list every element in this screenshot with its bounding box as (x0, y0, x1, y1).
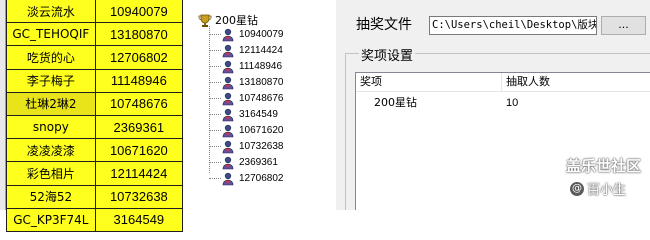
list-header: 奖项 抽取人数 (356, 73, 650, 92)
cell-id[interactable]: 10748676 (94, 91, 184, 116)
cell-id[interactable]: 12706802 (94, 45, 184, 70)
header-prize[interactable]: 奖项 (356, 73, 502, 92)
spreadsheet: 淡云流水 10940079 GC_TEHOQIF 13180870 吃货的心 1270… (0, 0, 184, 232)
person-icon (221, 43, 235, 58)
tree-branch (209, 65, 221, 67)
tree-item[interactable]: 12114424 (209, 42, 283, 58)
tree-item[interactable]: 10732638 (209, 138, 284, 154)
tree-branch (209, 145, 221, 147)
browse-button[interactable]: ... (601, 16, 646, 35)
cell-id[interactable]: 2369361 (94, 114, 184, 140)
person-icon (221, 123, 235, 138)
person-icon (221, 155, 235, 170)
person-icon (221, 139, 235, 154)
tree-branch (209, 161, 221, 163)
tree-branch (209, 113, 221, 115)
cell-id[interactable]: 13180870 (94, 22, 184, 47)
table-row: 52海52 10732638 (6, 184, 184, 209)
person-icon (221, 91, 235, 106)
tree-item-label: 10940079 (239, 28, 284, 40)
person-icon (221, 171, 235, 186)
watermark-main: 盖乐世社区 (566, 157, 642, 175)
winner-tree[interactable]: 200星钻 10940079 12114424 11148946 13180870 10… (190, 0, 330, 210)
tree-item[interactable]: 10748676 (209, 90, 284, 106)
tree-branch (209, 129, 221, 131)
table-row: 彩色相片 12114424 (6, 161, 184, 186)
tree-item-label: 10732638 (239, 140, 284, 152)
tree-branch (209, 49, 221, 51)
table-row: snopy 2369361 (6, 114, 184, 140)
cell-id[interactable]: 10671620 (94, 138, 184, 163)
table-row: GC_KP3F74L 3164549 (6, 207, 184, 232)
cell-id[interactable]: 10940079 (94, 0, 184, 24)
tree-item-label: 10671620 (239, 124, 284, 136)
list-item-prize[interactable]: 200星钻 (374, 95, 417, 111)
table-row: 凌凌凌漆 10671620 (6, 138, 184, 163)
tree-item-label: 12114424 (239, 44, 283, 56)
cell-name[interactable]: 淡云流水 (6, 0, 96, 24)
cell-name[interactable]: 凌凌凌漆 (6, 138, 96, 163)
tree-branch (209, 177, 221, 179)
tree-branch (209, 81, 221, 83)
tree-item-label: 2369361 (239, 156, 278, 168)
header-count[interactable]: 抽取人数 (502, 73, 650, 92)
table-row: GC_TEHOQIF 13180870 (6, 22, 184, 47)
cell-id[interactable]: 12114424 (94, 161, 184, 186)
person-icon (221, 75, 235, 90)
table-row: 杜琳2琳2 10748676 (6, 91, 184, 116)
watermark-sub: @ 百小生 (570, 179, 626, 198)
tree-item-label: 3164549 (239, 108, 278, 120)
cell-name[interactable]: snopy (6, 114, 96, 140)
cell-name[interactable]: 杜琳2琳2 (6, 91, 96, 116)
tree-item[interactable]: 10671620 (209, 122, 284, 138)
tree-item-label: 12706802 (239, 172, 284, 184)
tree-branch (209, 33, 221, 35)
cell-name[interactable]: GC_KP3F74L (6, 207, 96, 232)
person-icon (221, 107, 235, 122)
tree-item[interactable]: 13180870 (209, 74, 284, 90)
at-icon: @ (570, 181, 584, 196)
cell-name[interactable]: 52海52 (6, 184, 96, 209)
table-row: 淡云流水 10940079 (6, 0, 184, 24)
cell-name[interactable]: 李子梅子 (6, 68, 96, 93)
tree-item[interactable]: 12706802 (209, 170, 284, 186)
tree-item[interactable]: 11148946 (209, 58, 282, 74)
tree-branch (209, 97, 221, 99)
tree-item-label: 10748676 (239, 92, 284, 104)
cell-name[interactable]: 吃货的心 (6, 45, 96, 70)
cell-name[interactable]: 彩色相片 (6, 161, 96, 186)
file-path-field[interactable]: C:\Users\cheil\Desktop\版块活 (429, 16, 597, 35)
table-row: 吃货的心 12706802 (6, 45, 184, 70)
tree-item-label: 13180870 (239, 76, 284, 88)
tree-item[interactable]: 2369361 (209, 154, 278, 170)
cell-name[interactable]: GC_TEHOQIF (6, 22, 96, 47)
cell-id[interactable]: 3164549 (94, 207, 184, 232)
tree-item[interactable]: 10940079 (209, 26, 284, 42)
cell-id[interactable]: 11148946 (94, 68, 184, 93)
tree-item-label: 11148946 (239, 60, 283, 72)
watermark-author: 百小生 (587, 183, 627, 198)
table-row: 李子梅子 11148946 (6, 68, 184, 93)
group-title: 奖项设置 (359, 45, 416, 64)
person-icon (221, 27, 235, 42)
cell-id[interactable]: 10732638 (94, 184, 184, 209)
tree-item[interactable]: 3164549 (209, 106, 278, 122)
person-icon (221, 59, 235, 74)
list-item-count[interactable]: 10 (506, 95, 518, 111)
file-label: 抽奖文件 (356, 17, 412, 33)
data-table: 淡云流水 10940079 GC_TEHOQIF 13180870 吃货的心 1270… (6, 0, 184, 232)
trophy-icon (198, 13, 212, 27)
